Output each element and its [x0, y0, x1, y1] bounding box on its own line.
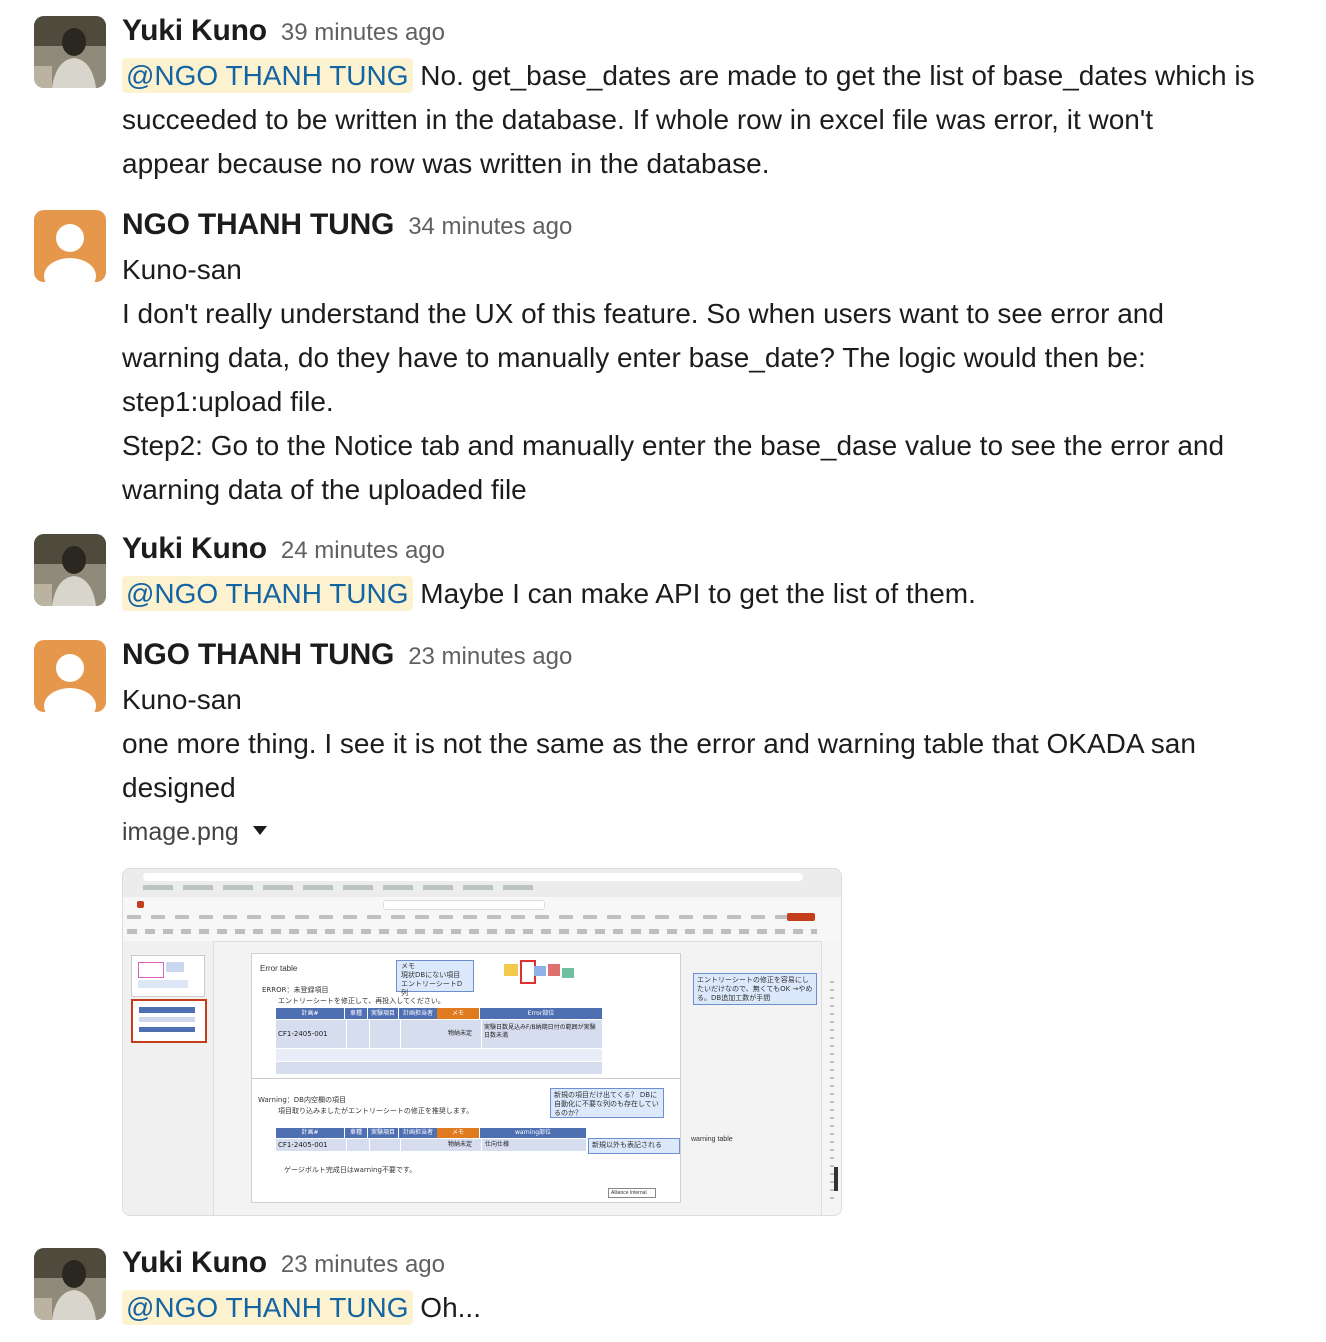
table-cell: CF1-2405-001 — [278, 1030, 328, 1038]
slide-thumbnail[interactable] — [131, 999, 207, 1043]
caret-down-icon[interactable] — [252, 825, 267, 835]
table-cell: 仕向仕様 — [481, 1139, 586, 1151]
message-text: Step2: Go to the Notice tab and manually… — [122, 430, 1225, 461]
table-header: Error部位 — [479, 1008, 602, 1019]
timestamp[interactable]: 23 minutes ago — [281, 1251, 445, 1278]
error-instruction: エントリーシートを修正して、再投入してください。 — [278, 997, 445, 1005]
table-header: 計画担当者 — [398, 1008, 437, 1019]
message-text: No. get_base_dates are made to get the l… — [420, 60, 1255, 91]
warning-table-label: warning table — [691, 1136, 733, 1143]
error-table: 計画# 車種 実験項目 計画担当者 メモ Error部位 CF1-2405-00… — [276, 1008, 602, 1074]
message-text: step1:upload file. — [122, 386, 334, 417]
user-mention[interactable]: @NGO THANH TUNG — [122, 576, 413, 611]
default-avatar-icon — [34, 210, 106, 282]
side-note-text: エントリーシートの修正を容易にしたいだけなので、無くてもOK →やめる。DB追加… — [697, 976, 813, 1002]
message-body: @NGO THANH TUNG Maybe I can make API to … — [122, 572, 1312, 616]
side-note: エントリーシートの修正を容易にしたいだけなので、無くてもOK →やめる。DB追加… — [693, 973, 817, 1005]
footer-note: ゲージボルト完成日はwarning不要です。 — [284, 1166, 417, 1174]
slide-thumbnails — [123, 941, 214, 1215]
message-header: Yuki Kuno 23 minutes ago — [122, 1246, 445, 1286]
table-header: 車種 — [344, 1128, 367, 1138]
default-avatar-icon — [34, 640, 106, 712]
table-row: CF1-2405-001 物納未定 仕向仕様 — [276, 1138, 586, 1151]
timestamp[interactable]: 23 minutes ago — [408, 643, 572, 670]
error-heading: ERROR：未登録項目 — [262, 986, 329, 994]
message-body: Kuno-san I don't really understand the U… — [122, 248, 1312, 512]
memo-label: メモ — [401, 962, 415, 970]
memo-callout: メモ 現状DBにない項目 エントリーシートD列 — [396, 960, 474, 997]
message-header: NGO THANH TUNG 23 minutes ago — [122, 638, 572, 678]
message-body: @NGO THANH TUNG No. get_base_dates are m… — [122, 54, 1312, 186]
table-row: CF1-2405-001 物納未定 実験日数見込みF/B納期日付の範囲が実験日数… — [276, 1019, 602, 1048]
table-header: 計画# — [301, 1010, 319, 1017]
new-note: 新規以外も表記される — [592, 1141, 662, 1149]
timestamp[interactable]: 24 minutes ago — [281, 537, 445, 564]
message-text: Kuno-san — [122, 254, 242, 285]
avatar[interactable] — [34, 1248, 106, 1320]
right-rail — [821, 941, 841, 1215]
message-text: warning data, do they have to manually e… — [122, 342, 1146, 373]
image-attachment[interactable]: Error table ERROR：未登録項目 エントリーシートを修正して、再投… — [122, 868, 842, 1216]
error-table-title: Error table — [260, 964, 298, 973]
sender-name[interactable]: NGO THANH TUNG — [122, 208, 394, 241]
alliance-badge: Alliance Internal — [608, 1188, 656, 1198]
warning-instruction: 項目取り込みましたがエントリーシートの修正を推奨します。 — [278, 1107, 474, 1115]
sender-name[interactable]: Yuki Kuno — [122, 532, 267, 565]
table-header: 計画担当者 — [398, 1128, 437, 1138]
message-text: Oh... — [420, 1292, 481, 1323]
table-cell: 物納未定 — [447, 1141, 472, 1148]
user-photo-icon — [34, 16, 106, 88]
memo-text: 現状DBにない項目 エントリーシートD列 — [401, 971, 463, 997]
message-body: Kuno-san one more thing. I see it is not… — [122, 678, 1312, 810]
user-photo-icon — [34, 534, 106, 606]
message-header: NGO THANH TUNG 34 minutes ago — [122, 208, 572, 248]
avatar[interactable] — [34, 640, 106, 712]
warning-callout: 新規の項目だけ出てくる？ DBに自動化に不要な列のも存在しているのか？ — [550, 1088, 664, 1118]
table-cell: CF1-2405-001 — [278, 1141, 328, 1149]
badge-text: Alliance Internal — [611, 1190, 647, 1196]
avatar[interactable] — [34, 210, 106, 282]
table-header: 計画# — [301, 1129, 319, 1136]
table-cell: 実験日数見込みF/B納期日付の範囲が実験日数未満 — [481, 1020, 602, 1048]
sender-name[interactable]: Yuki Kuno — [122, 14, 267, 47]
filename-text: image.png — [122, 818, 239, 846]
message-body: @NGO THANH TUNG Oh... — [122, 1286, 1312, 1330]
slide-canvas: Error table ERROR：未登録項目 エントリーシートを修正して、再投… — [251, 953, 681, 1203]
table-header: メモ — [437, 1128, 479, 1138]
message-header: Yuki Kuno 24 minutes ago — [122, 532, 445, 572]
table-header: 実験項目 — [367, 1128, 398, 1138]
table-cell: 物納未定 — [447, 1030, 472, 1037]
attachment-filename[interactable]: image.png — [122, 818, 267, 847]
app-ribbon — [123, 897, 841, 942]
message-text: Kuno-san — [122, 684, 242, 715]
message-text: I don't really understand the UX of this… — [122, 298, 1164, 329]
message-text: succeeded to be written in the database.… — [122, 104, 1153, 135]
warning-heading: Warning：DB内空欄の項目 — [258, 1096, 346, 1104]
browser-toolbar — [123, 869, 841, 898]
message-text: one more thing. I see it is not the same… — [122, 728, 1196, 759]
user-mention[interactable]: @NGO THANH TUNG — [122, 1290, 413, 1325]
table-header: warning部位 — [479, 1128, 586, 1138]
message-text: designed — [122, 772, 236, 803]
message-text: appear because no row was written in the… — [122, 148, 770, 179]
slide-thumbnail[interactable] — [131, 955, 205, 997]
message-text: warning data of the uploaded file — [122, 474, 527, 505]
warning-table: 計画# 車種 実験項目 計画担当者 メモ warning部位 CF1-2405-… — [276, 1128, 586, 1151]
table-header: メモ — [437, 1008, 479, 1019]
new-note-callout: 新規以外も表記される — [588, 1138, 680, 1154]
sender-name[interactable]: Yuki Kuno — [122, 1246, 267, 1279]
timestamp[interactable]: 34 minutes ago — [408, 213, 572, 240]
message-text: Maybe I can make API to get the list of … — [420, 578, 976, 609]
chart-image — [504, 960, 584, 984]
timestamp[interactable]: 39 minutes ago — [281, 19, 445, 46]
avatar[interactable] — [34, 16, 106, 88]
table-header: 実験項目 — [367, 1008, 398, 1019]
user-photo-icon — [34, 1248, 106, 1320]
warning-note: 新規の項目だけ出てくる？ DBに自動化に不要な列のも存在しているのか？ — [554, 1091, 659, 1117]
user-mention[interactable]: @NGO THANH TUNG — [122, 58, 413, 93]
table-header: 車種 — [344, 1008, 367, 1019]
avatar[interactable] — [34, 534, 106, 606]
sender-name[interactable]: NGO THANH TUNG — [122, 638, 394, 671]
message-header: Yuki Kuno 39 minutes ago — [122, 14, 445, 54]
